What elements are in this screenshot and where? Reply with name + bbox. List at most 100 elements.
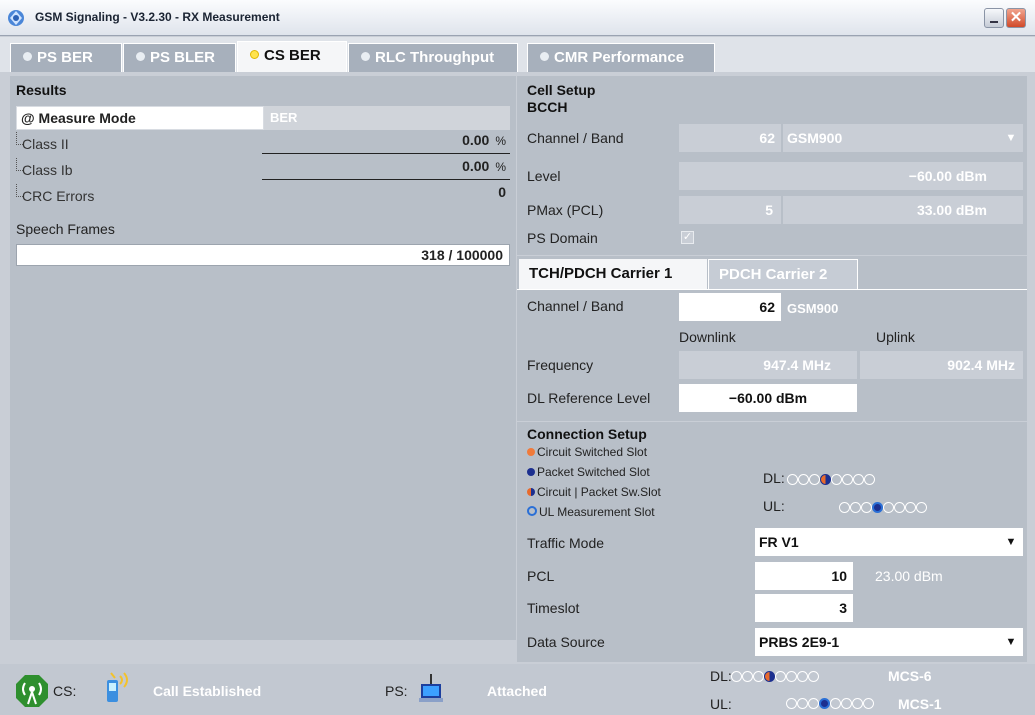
close-button[interactable]: ✕ bbox=[1006, 8, 1026, 28]
tab-ps-ber[interactable]: PS BER bbox=[10, 43, 122, 72]
timeslot bbox=[787, 474, 798, 485]
tab-tch-pdch-carrier-1[interactable]: TCH/PDCH Carrier 1 bbox=[519, 259, 707, 289]
chevron-down-icon: ▼ bbox=[1005, 636, 1017, 648]
class-ib-value: 0.00% bbox=[262, 158, 510, 180]
timeslot bbox=[839, 502, 850, 513]
dl-slots-label: DL: bbox=[763, 470, 785, 486]
ps-domain-checkbox[interactable]: ✓ bbox=[681, 231, 694, 244]
measure-mode-value[interactable]: BER bbox=[264, 106, 510, 130]
frequency-ul-field: 902.4 MHz bbox=[860, 351, 1023, 379]
bcch-subtitle: BCCH bbox=[527, 99, 568, 115]
tab-ps-bler[interactable]: PS BLER bbox=[123, 43, 236, 72]
status-dl-label: DL: bbox=[710, 668, 732, 684]
status-ul-slots bbox=[786, 697, 874, 711]
traffic-mode-label: Traffic Mode bbox=[527, 535, 605, 551]
cell-setup-panel: Cell Setup BCCH Channel / Band 62 GSM900… bbox=[517, 76, 1027, 255]
legend-label: Circuit Switched Slot bbox=[537, 445, 648, 459]
laptop-icon bbox=[419, 674, 443, 702]
bcch-channel-field[interactable]: 62 bbox=[679, 124, 781, 152]
app-icon bbox=[8, 10, 24, 26]
tab-dot-icon bbox=[250, 50, 259, 59]
carrier-channel-band-label: Channel / Band bbox=[527, 298, 624, 314]
bcch-band-value: GSM900 bbox=[787, 130, 843, 146]
legend-label: UL Measurement Slot bbox=[539, 505, 655, 519]
ps-status: Attached bbox=[487, 683, 547, 699]
class-ii-label: Class II bbox=[16, 132, 69, 152]
tab-label: PS BER bbox=[37, 49, 93, 66]
circuit-slot-icon bbox=[527, 448, 535, 456]
speech-frames-bar: 318 / 100000 bbox=[16, 244, 510, 266]
tab-label: PS BLER bbox=[150, 49, 216, 66]
phone-call-icon bbox=[107, 672, 128, 702]
frequency-label: Frequency bbox=[527, 357, 594, 373]
timeslot bbox=[808, 671, 819, 682]
chevron-down-icon: ▼ bbox=[1005, 132, 1017, 144]
class-ii-number: 0.00 bbox=[462, 132, 490, 148]
tab-divider bbox=[517, 289, 1027, 290]
timeslot bbox=[861, 502, 872, 513]
chevron-down-icon: ▼ bbox=[1005, 536, 1017, 548]
pcl-field[interactable]: 10 bbox=[755, 562, 853, 590]
pmax-dbm-field: 33.00 dBm bbox=[783, 196, 1023, 224]
tab-rlc-throughput[interactable]: RLC Throughput bbox=[348, 43, 518, 72]
level-label: Level bbox=[527, 168, 561, 184]
status-dl-mcs: MCS-6 bbox=[888, 668, 932, 684]
carrier-channel-field[interactable]: 62 bbox=[679, 293, 781, 321]
dl-reference-level-field[interactable]: −60.00 dBm bbox=[679, 384, 857, 412]
uplink-label: Uplink bbox=[876, 329, 915, 345]
bcch-band-select[interactable]: GSM900 ▼ bbox=[783, 124, 1023, 152]
frequency-dl-field[interactable]: 947.4 MHz bbox=[679, 351, 857, 379]
tab-strip: PS BER PS BLER CS BER RLC Throughput CMR… bbox=[0, 37, 1035, 72]
ps-domain-label: PS Domain bbox=[527, 230, 598, 246]
timeslot-label: Timeslot bbox=[527, 600, 580, 616]
legend-label: Packet Switched Slot bbox=[537, 465, 650, 479]
timeslot bbox=[731, 671, 742, 682]
tab-label: CS BER bbox=[264, 47, 321, 64]
class-ib-label: Class Ib bbox=[16, 158, 73, 178]
timeslot bbox=[916, 502, 927, 513]
active-timeslot bbox=[819, 698, 830, 709]
circuit-packet-slot-icon bbox=[527, 488, 535, 496]
timeslot bbox=[883, 502, 894, 513]
tab-pdch-carrier-2[interactable]: PDCH Carrier 2 bbox=[708, 259, 858, 289]
tab-cmr-performance[interactable]: CMR Performance bbox=[527, 43, 715, 72]
tab-dot-icon bbox=[361, 52, 370, 61]
legend-label: Circuit | Packet Sw.Slot bbox=[537, 485, 661, 499]
timeslot bbox=[786, 698, 797, 709]
timeslot bbox=[798, 474, 809, 485]
cs-label: CS: bbox=[53, 683, 77, 699]
dl-slot-indicator bbox=[787, 473, 875, 487]
crc-errors-label: CRC Errors bbox=[15, 184, 95, 204]
level-field[interactable]: −60.00 dBm bbox=[679, 162, 1023, 190]
cs-status: Call Established bbox=[153, 683, 262, 699]
measure-mode-label: @ Measure Mode bbox=[16, 106, 264, 130]
pmax-label: PMax (PCL) bbox=[527, 202, 604, 218]
data-source-label: Data Source bbox=[527, 634, 605, 650]
active-timeslot bbox=[764, 671, 775, 682]
tab-label: CMR Performance bbox=[554, 49, 685, 66]
timeslot bbox=[830, 698, 841, 709]
timeslot bbox=[863, 698, 874, 709]
legend-circuit-switched: Circuit Switched Slot bbox=[527, 445, 647, 459]
tab-dot-icon bbox=[23, 52, 32, 61]
tab-cs-ber[interactable]: CS BER bbox=[237, 41, 347, 72]
legend-circuit-packet: Circuit | Packet Sw.Slot bbox=[527, 485, 661, 499]
data-source-select[interactable]: PRBS 2E9-1 ▼ bbox=[755, 628, 1023, 656]
status-dl-slots bbox=[731, 670, 819, 684]
traffic-mode-select[interactable]: FR V1 ▼ bbox=[755, 528, 1023, 556]
ul-slots-label: UL: bbox=[763, 498, 785, 514]
dl-reference-level-label: DL Reference Level bbox=[527, 390, 651, 406]
crc-errors-number: 0 bbox=[498, 184, 506, 200]
tab-dot-icon bbox=[136, 52, 145, 61]
ul-slot-indicator bbox=[839, 501, 927, 515]
packet-slot-icon bbox=[527, 468, 535, 476]
timeslot bbox=[753, 671, 764, 682]
timeslot bbox=[841, 698, 852, 709]
minimize-button[interactable] bbox=[984, 8, 1004, 28]
pmax-pcl-field[interactable]: 5 bbox=[679, 196, 781, 224]
timeslot bbox=[852, 698, 863, 709]
status-ul-label: UL: bbox=[710, 696, 732, 712]
status-ul-mcs: MCS-1 bbox=[898, 696, 942, 712]
timeslot-field[interactable]: 3 bbox=[755, 594, 853, 622]
speech-frames-label: Speech Frames bbox=[16, 221, 115, 237]
